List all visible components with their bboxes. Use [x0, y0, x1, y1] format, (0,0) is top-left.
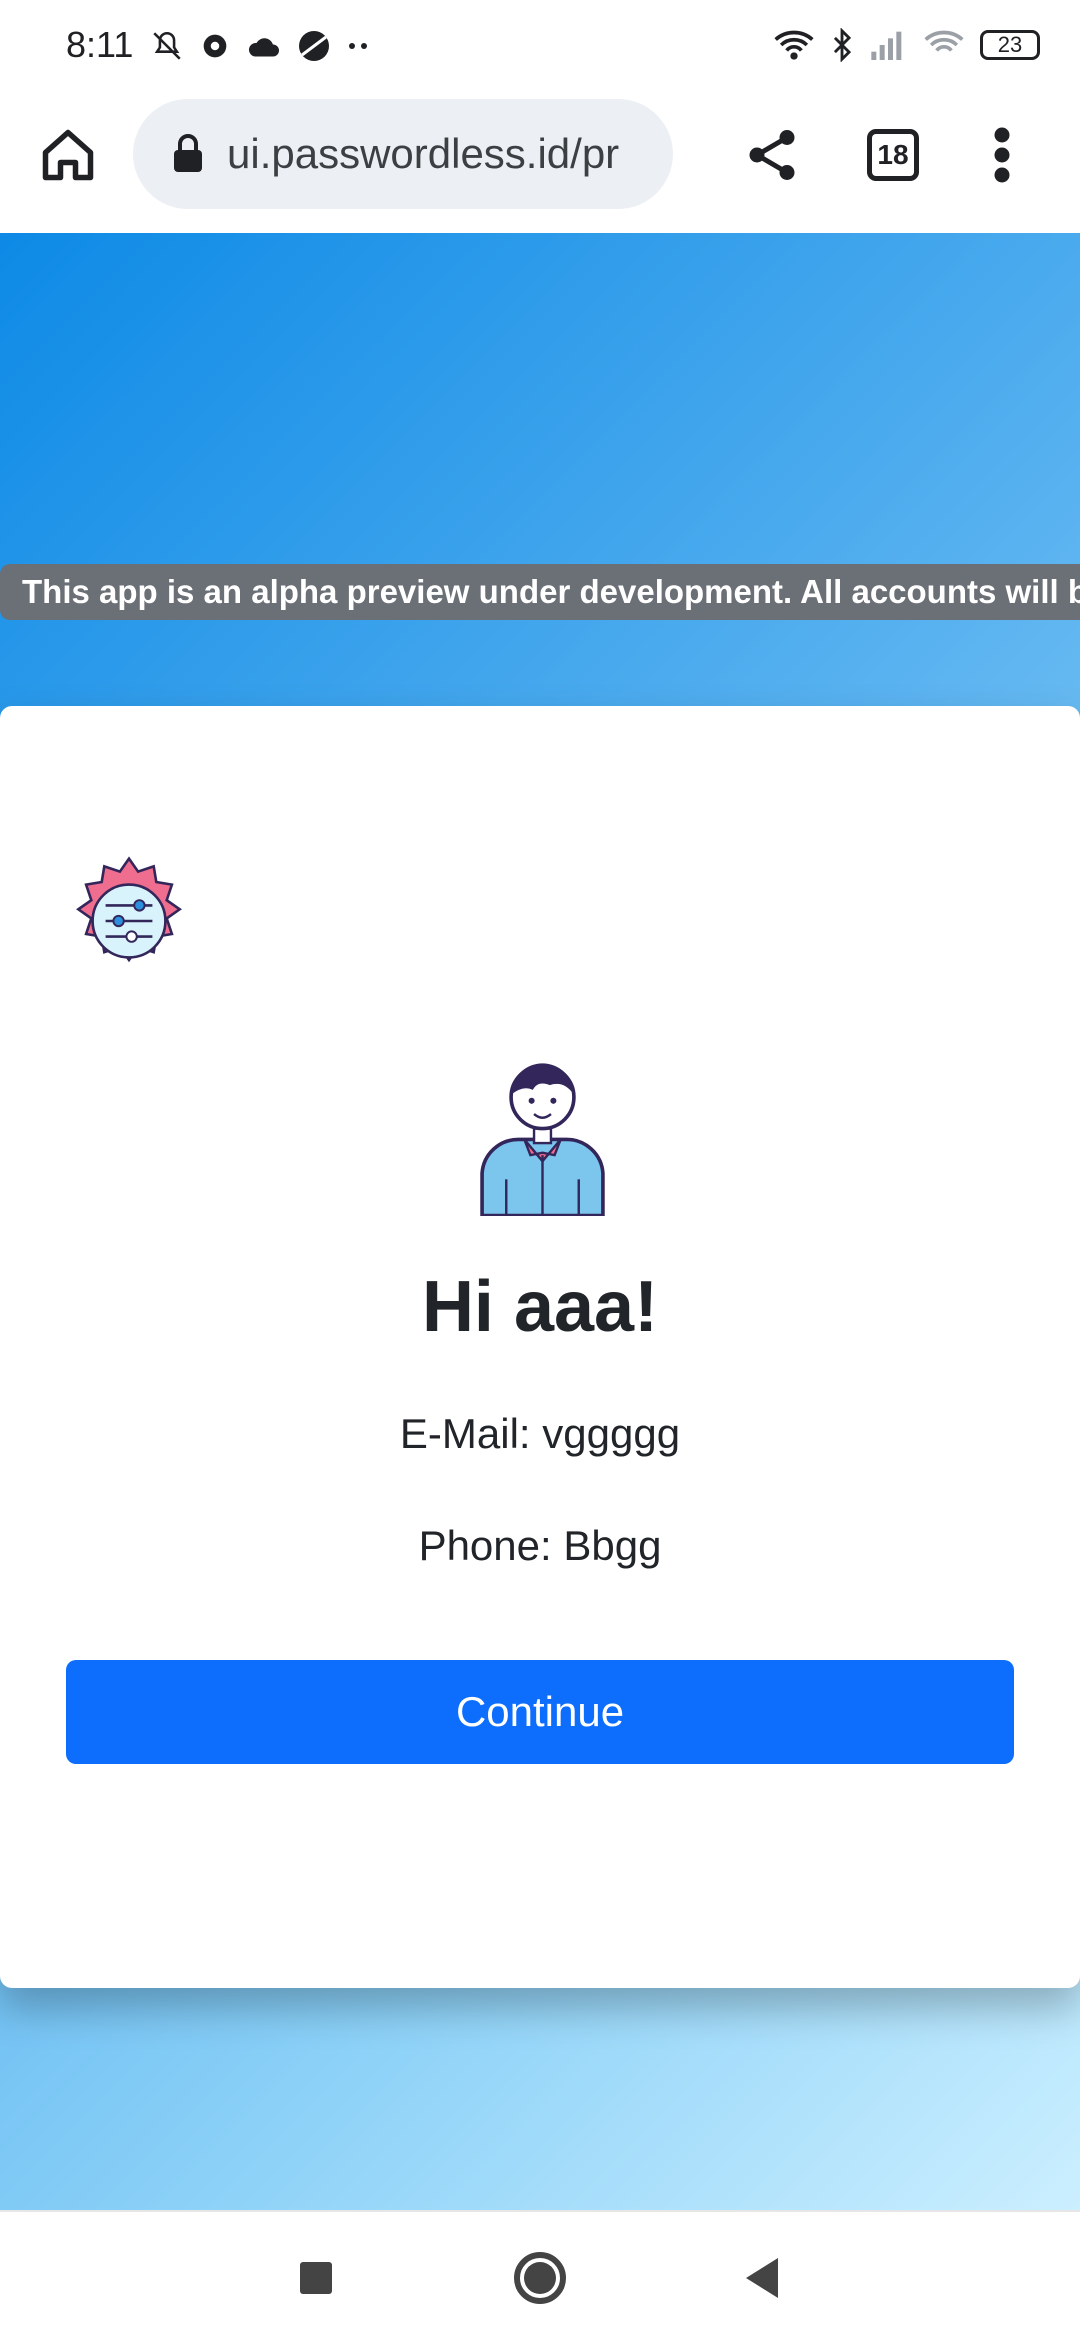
- address-bar[interactable]: ui.passwordless.id/pr: [133, 99, 673, 209]
- tabs-icon[interactable]: 18: [867, 129, 919, 181]
- continue-button[interactable]: Continue: [66, 1660, 1014, 1764]
- status-left-icons: [150, 28, 370, 64]
- back-icon[interactable]: [742, 2256, 782, 2300]
- phone-text: Phone: Bbgg: [418, 1522, 662, 1569]
- status-time: 8:11: [66, 24, 134, 65]
- planet-icon: [299, 31, 329, 61]
- mute-icon: [153, 31, 181, 60]
- cloud-icon: [248, 38, 279, 57]
- gear-icon: [203, 34, 227, 58]
- browser-toolbar: ui.passwordless.id/pr 18: [0, 95, 1080, 235]
- home-circle-dot: [524, 2262, 556, 2294]
- recents-icon[interactable]: [300, 2262, 332, 2294]
- url-text[interactable]: ui.passwordless.id/pr: [227, 130, 619, 178]
- share-icon[interactable]: [742, 125, 802, 185]
- settings-gear-icon[interactable]: [64, 856, 194, 986]
- avatar: [480, 1063, 605, 1216]
- home-circle-icon[interactable]: [514, 2252, 566, 2304]
- profile-card: Hi aaa! E-Mail: vggggg Phone: Bbgg Conti…: [0, 706, 1080, 1988]
- battery-indicator: 23: [980, 30, 1040, 60]
- wifi-icon: [774, 30, 814, 60]
- signal-icon: [871, 31, 902, 60]
- greeting-title: Hi aaa!: [421, 1267, 659, 1347]
- email-text: E-Mail: vggggg: [399, 1410, 681, 1457]
- menu-icon[interactable]: [990, 125, 1014, 185]
- home-icon[interactable]: [38, 125, 98, 185]
- lock-icon: [174, 134, 202, 172]
- page-background: This app is an alpha preview under devel…: [0, 233, 1080, 2210]
- status-bar: 8:11 23: [0, 0, 1080, 95]
- more-dots-icon: [349, 43, 367, 49]
- alpha-banner: This app is an alpha preview under devel…: [0, 564, 1080, 620]
- bluetooth-icon: [833, 28, 852, 62]
- system-nav-bar: [0, 2210, 1080, 2342]
- wifi-calling-icon: [924, 30, 964, 52]
- status-right-icons: 23: [772, 28, 1040, 62]
